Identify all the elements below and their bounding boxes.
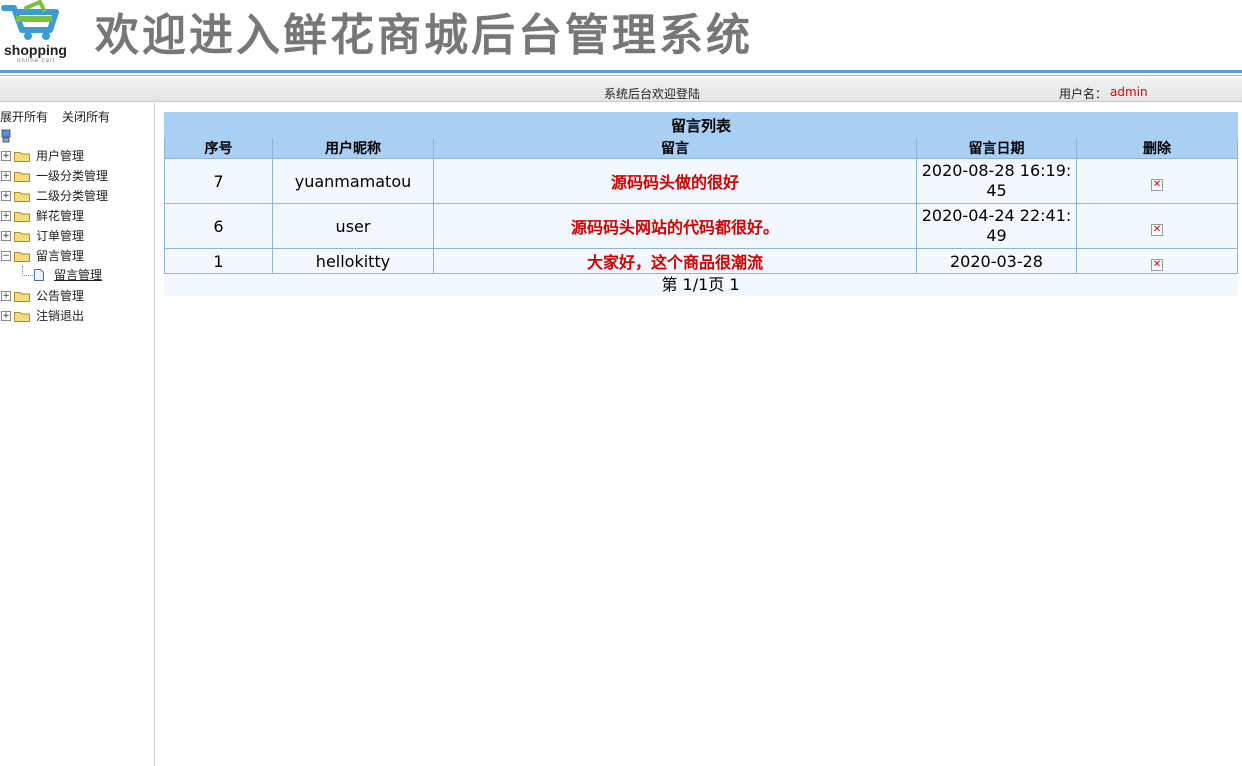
logo-subtext: online cart <box>17 58 56 64</box>
computer-icon <box>1 129 11 143</box>
row-nickname: user <box>272 203 434 249</box>
sidebar-item-label: 注销退出 <box>36 309 85 323</box>
header-divider <box>0 70 1242 73</box>
pagination: 第 1/1页 1 <box>164 274 1237 296</box>
expand-all-link[interactable]: 展开所有 <box>0 110 48 124</box>
row-message: 源码码头做的很好 <box>433 158 917 204</box>
row-message: 源码码头网站的代码都很好。 <box>433 203 917 249</box>
expand-icon[interactable]: + <box>1 151 11 161</box>
row-delete-cell: ✕ <box>1075 158 1239 204</box>
column-header-id: 序号 <box>164 137 273 159</box>
expand-icon[interactable]: + <box>1 171 11 181</box>
sidebar-subitem-label[interactable]: 留言管理 <box>54 266 102 284</box>
expand-icon[interactable]: + <box>1 211 11 221</box>
row-date: 2020-04-24 22:41:49 <box>916 203 1077 249</box>
table-row: 1 hellokitty 大家好，这个商品很潮流 2020-03-28 ✕ <box>164 248 1239 274</box>
document-icon <box>34 269 44 281</box>
table-header-row: 序号 用户昵称 留言 留言日期 删除 <box>164 137 1239 159</box>
table-row: 6 user 源码码头网站的代码都很好。 2020-04-24 22:41:49… <box>164 203 1239 249</box>
row-date: 2020-08-28 16:19:45 <box>916 158 1077 204</box>
sidebar-item-label: 鲜花管理 <box>36 209 85 223</box>
sidebar-item-label: 二级分类管理 <box>36 189 109 203</box>
row-date: 2020-03-28 <box>916 248 1077 274</box>
table-caption: 留言列表 <box>163 112 1239 138</box>
folder-icon <box>14 232 30 242</box>
row-delete-cell: ✕ <box>1075 248 1239 274</box>
row-nickname: hellokitty <box>272 248 434 274</box>
row-id: 7 <box>164 158 273 204</box>
status-bar: 系统后台欢迎登陆 用户名： admin <box>0 78 1242 102</box>
message-table: 留言列表 序号 用户昵称 留言 留言日期 删除 7 yuanmamatou 源码… <box>163 112 1239 274</box>
expand-icon[interactable]: + <box>1 291 11 301</box>
table-caption-row: 留言列表 <box>163 112 1239 138</box>
sidebar: 展开所有 关闭所有 + 用户管理 + 一级分类管理 + 二级分类管理 + 鲜花管理… <box>0 103 155 766</box>
column-header-delete: 删除 <box>1075 137 1239 159</box>
header: shopping online cart 欢迎进入鲜花商城后台管理系统 <box>0 0 1242 72</box>
folder-icon <box>14 212 30 222</box>
column-header-message: 留言 <box>433 137 917 159</box>
row-id: 6 <box>164 203 273 249</box>
main-content: 留言列表 序号 用户昵称 留言 留言日期 删除 7 yuanmamatou 源码… <box>163 112 1239 296</box>
row-delete-cell: ✕ <box>1075 203 1239 249</box>
expand-icon[interactable]: + <box>1 191 11 201</box>
sidebar-item-label: 用户管理 <box>36 149 85 163</box>
column-header-nickname: 用户昵称 <box>272 137 434 159</box>
folder-icon <box>14 152 30 162</box>
collapse-all-link[interactable]: 关闭所有 <box>62 110 110 124</box>
sidebar-item-label: 留言管理 <box>36 249 85 263</box>
delete-icon[interactable]: ✕ <box>1151 258 1164 271</box>
folder-icon <box>14 312 30 322</box>
welcome-text: 系统后台欢迎登陆 <box>604 87 701 101</box>
folder-icon <box>14 172 30 182</box>
sidebar-item-label: 一级分类管理 <box>36 169 109 183</box>
table-row: 7 yuanmamatou 源码码头做的很好 2020-08-28 16:19:… <box>164 158 1239 204</box>
expand-icon[interactable]: + <box>1 311 11 321</box>
row-message: 大家好，这个商品很潮流 <box>433 248 917 274</box>
user-name: admin <box>1110 85 1148 99</box>
row-id: 1 <box>164 248 273 274</box>
expand-icon[interactable]: + <box>1 231 11 241</box>
header-divider-thin <box>0 75 1242 76</box>
user-label: 用户名： <box>1059 87 1108 101</box>
tree-actions: 展开所有 关闭所有 <box>0 108 124 125</box>
collapse-icon[interactable]: − <box>1 251 11 261</box>
page-title: 欢迎进入鲜花商城后台管理系统 <box>95 10 753 61</box>
delete-icon[interactable]: ✕ <box>1151 178 1164 191</box>
sidebar-item-label: 公告管理 <box>36 289 85 303</box>
folder-open-icon <box>14 252 30 262</box>
delete-icon[interactable]: ✕ <box>1151 223 1164 236</box>
sidebar-item-label: 订单管理 <box>36 229 85 243</box>
row-nickname: yuanmamatou <box>272 158 434 204</box>
folder-icon <box>14 292 30 302</box>
folder-icon <box>14 192 30 202</box>
logo-text: shopping <box>4 42 67 58</box>
column-header-date: 留言日期 <box>916 137 1077 159</box>
